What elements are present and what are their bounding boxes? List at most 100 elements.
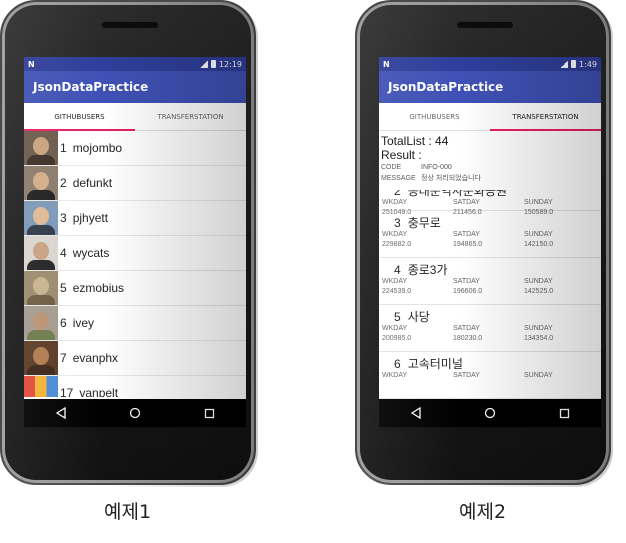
- code-label: CODE: [381, 164, 402, 171]
- avatar: [24, 131, 58, 165]
- battery-icon: [571, 60, 577, 68]
- home-icon[interactable]: [484, 404, 496, 423]
- station-index: 3: [394, 216, 401, 230]
- col-header-satday: SATDAY: [453, 278, 480, 285]
- station-list[interactable]: 2 동대문역사문화공원 WKDAY 251049.0 SATDAY 211456.0 …: [379, 190, 601, 405]
- user-name: mojombo: [72, 141, 123, 155]
- tab-bar: GITHUBUSERS TRANSFERSTATION: [24, 103, 246, 131]
- list-item[interactable]: 7 evanphx: [24, 341, 246, 376]
- speaker-grille: [457, 22, 513, 28]
- user-index: 3: [60, 211, 67, 225]
- list-item[interactable]: 5 사당 WKDAY 200985.0 SATDAY 180230.0 SUNDAY 1…: [379, 305, 601, 352]
- station-name: 사당: [407, 310, 430, 324]
- user-name: wycats: [72, 246, 110, 260]
- avatar: [24, 201, 58, 235]
- satday-value: 180230.0: [453, 335, 483, 342]
- sunday-value: 134354.0: [524, 335, 554, 342]
- list-item[interactable]: 4 종로3가 WKDAY 224539.0 SATDAY 196606.0 SUNDA…: [379, 258, 601, 305]
- col-header-wkday: WKDAY: [382, 325, 408, 332]
- screen: N 12:19 JsonDataPractice GITHUBUSERS TRA…: [24, 57, 246, 427]
- result-header: TotalList : 44 Result : CODE INFO-000 MES…: [379, 131, 601, 184]
- user-index: 4: [60, 246, 67, 260]
- col-header-sunday: SUNDAY: [524, 199, 553, 206]
- notification-icon: N: [383, 59, 390, 69]
- message-label: MESSAGE: [381, 175, 416, 182]
- back-icon[interactable]: [410, 404, 421, 423]
- user-name: defunkt: [72, 176, 113, 190]
- station-index: 6: [394, 357, 401, 371]
- user-index: 17: [60, 386, 74, 397]
- col-header-satday: SATDAY: [453, 372, 480, 379]
- list-item[interactable]: 2 동대문역사문화공원 WKDAY 251049.0 SATDAY 211456.0 …: [379, 190, 601, 216]
- station-index: 4: [394, 263, 401, 277]
- tab-bar: GITHUBUSERS TRANSFERSTATION: [379, 103, 601, 131]
- list-item[interactable]: 1 mojombo: [24, 131, 246, 166]
- station-name: 충무로: [407, 216, 441, 230]
- status-bar: N 12:19: [24, 57, 246, 71]
- user-name: vanpelt: [79, 386, 119, 397]
- list-item[interactable]: 4 wycats: [24, 236, 246, 271]
- notification-icon: N: [28, 59, 35, 69]
- navigation-bar: [379, 399, 601, 427]
- user-index: 1: [60, 141, 67, 155]
- wkday-value: 224539.0: [382, 288, 412, 295]
- avatar: [24, 306, 58, 340]
- col-header-wkday: WKDAY: [382, 372, 408, 379]
- avatar: [24, 376, 58, 397]
- list-item[interactable]: 17 vanpelt: [24, 376, 246, 397]
- user-name: ezmobius: [72, 281, 125, 295]
- station-index: 2: [394, 190, 401, 198]
- list-item[interactable]: 6 ivey: [24, 306, 246, 341]
- user-name: ivey: [72, 316, 95, 330]
- satday-value: 194865.0: [453, 241, 483, 248]
- phone-example-2: N 1:49 JsonDataPractice GITHUBUSERS TRAN…: [355, 0, 613, 487]
- list-item[interactable]: 3 pjhyett: [24, 201, 246, 236]
- signal-icon: [560, 60, 569, 68]
- sunday-value: 142525.0: [524, 288, 554, 295]
- tab-transferstation[interactable]: TRANSFERSTATION: [135, 103, 246, 130]
- total-list: TotalList : 44: [381, 134, 449, 148]
- avatar: [24, 341, 58, 375]
- user-name: evanphx: [72, 351, 119, 365]
- user-list[interactable]: 1 mojombo 2 defunkt 3 pjhyett 4 wycats 5 ezmo…: [24, 131, 246, 397]
- user-index: 5: [60, 281, 67, 295]
- station-name: 동대문역사문화공원: [407, 190, 508, 198]
- back-icon[interactable]: [55, 404, 66, 423]
- phone-example-1: N 12:19 JsonDataPractice GITHUBUSERS TRA…: [0, 0, 258, 487]
- caption-example-1: 예제1: [104, 501, 152, 523]
- col-header-wkday: WKDAY: [382, 231, 408, 238]
- satday-value: 196606.0: [453, 288, 483, 295]
- list-item[interactable]: 3 충무로 WKDAY 229882.0 SATDAY 194865.0 SUNDAY…: [379, 211, 601, 258]
- app-bar-title: JsonDataPractice: [24, 71, 246, 103]
- tab-githubusers[interactable]: GITHUBUSERS: [24, 103, 135, 131]
- col-header-satday: SATDAY: [453, 231, 480, 238]
- recents-icon[interactable]: [559, 404, 570, 423]
- tab-githubusers[interactable]: GITHUBUSERS: [379, 103, 490, 130]
- col-header-sunday: SUNDAY: [524, 231, 553, 238]
- avatar: [24, 166, 58, 200]
- status-bar: N 1:49: [379, 57, 601, 71]
- code-value: INFO-000: [421, 164, 452, 171]
- avatar: [24, 236, 58, 270]
- list-item[interactable]: 6 고속터미널 WKDAY SATDAY SUNDAY: [379, 352, 601, 399]
- station-name: 종로3가: [407, 263, 448, 277]
- tab-transferstation[interactable]: TRANSFERSTATION: [490, 103, 601, 131]
- station-index: 5: [394, 310, 401, 324]
- col-header-satday: SATDAY: [453, 199, 480, 206]
- recents-icon[interactable]: [204, 404, 215, 423]
- list-item[interactable]: 5 ezmobius: [24, 271, 246, 306]
- col-header-satday: SATDAY: [453, 325, 480, 332]
- result-label: Result :: [381, 148, 422, 162]
- home-icon[interactable]: [129, 404, 141, 423]
- screen: N 1:49 JsonDataPractice GITHUBUSERS TRAN…: [379, 57, 601, 427]
- col-header-sunday: SUNDAY: [524, 372, 553, 379]
- user-index: 6: [60, 316, 67, 330]
- navigation-bar: [24, 399, 246, 427]
- wkday-value: 200985.0: [382, 335, 412, 342]
- status-time: 1:49: [579, 59, 597, 69]
- message-value: 정상 처리되었습니다: [421, 175, 481, 182]
- sunday-value: 142150.0: [524, 241, 554, 248]
- list-item[interactable]: 2 defunkt: [24, 166, 246, 201]
- user-index: 2: [60, 176, 67, 190]
- user-index: 7: [60, 351, 67, 365]
